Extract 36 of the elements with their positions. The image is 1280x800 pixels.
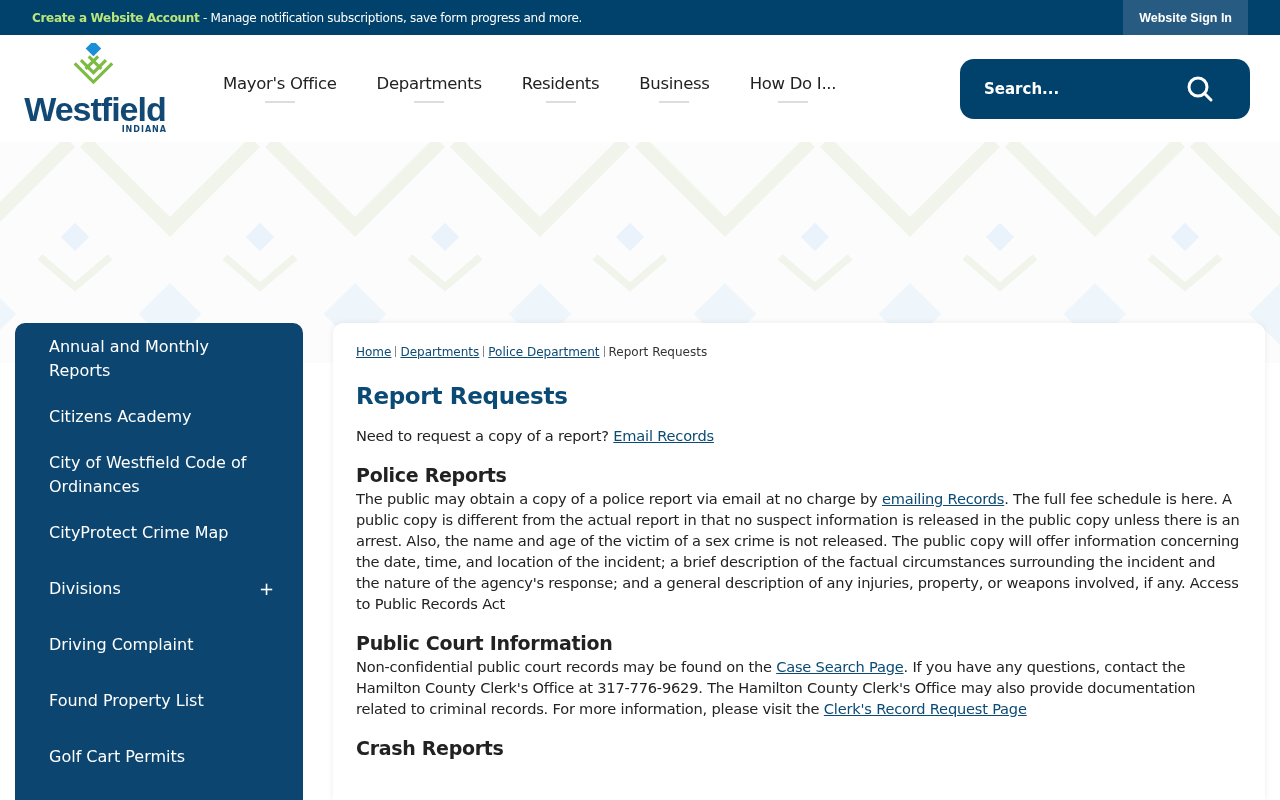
nav-link[interactable]: Departments bbox=[376, 74, 482, 103]
account-message: - Manage notification subscriptions, save form progress and more. bbox=[202, 10, 583, 25]
paragraph: Need to request a copy of a report? Email Records bbox=[356, 426, 715, 446]
logo-state: INDIANA bbox=[121, 125, 167, 134]
paragraph: Non-confidential public court records may be found on the Case Search Page. If you have any questions, contact the Hamilton County Clerk's Office at 317-776-9629. The Hamilton County Clerk's Office may also provide documentation related to criminal records. For more information, please visit the Clerk's Record Request Page bbox=[356, 657, 1197, 719]
section-heading: Crash Reports bbox=[356, 737, 505, 759]
nav-link[interactable]: Mayor's Office bbox=[223, 74, 337, 103]
sidebar-item[interactable]: Annual and Monthly Reports bbox=[15, 333, 303, 385]
nav-link[interactable]: Residents bbox=[521, 74, 600, 103]
expand-toggle[interactable]: + bbox=[259, 577, 275, 601]
page-title: Report Requests bbox=[356, 383, 569, 409]
nav-link[interactable]: How Do I... bbox=[749, 74, 837, 103]
sidebar-item[interactable]: CityProtect Crime Map bbox=[15, 509, 303, 557]
breadcrumb-link[interactable]: Police Department bbox=[488, 345, 600, 359]
nav-link[interactable]: Business bbox=[639, 74, 710, 103]
sidebar-item[interactable]: Found Property List bbox=[15, 677, 303, 725]
text-link[interactable]: Clerk's Record Request Page bbox=[823, 700, 1027, 717]
search-icon[interactable] bbox=[1186, 74, 1214, 103]
sidebar-item[interactable]: Citizens Academy bbox=[15, 393, 303, 441]
text-link[interactable]: Email Records bbox=[613, 427, 714, 444]
sidebar-item[interactable]: Golf Cart Permits bbox=[15, 733, 303, 781]
text-link[interactable]: emailing Records bbox=[881, 490, 1005, 507]
paragraph: The public may obtain a copy of a police report via email at no charge by emailing Records. The full fee schedule is here. A public copy is different from the actual report in that no suspect information is released in the public copy unless there is an arrest. Also, the name and age of the victim of a sex crime is not released. The public copy will offer information concerning the date, time, and location of the incident; a brief description of the factual circumstances surrounding the incident and the nature of the agency's response; and a general description of any injuries, property, or weapons involved, if any. Access to Public Records Act bbox=[356, 489, 1241, 614]
text-link[interactable]: Case Search Page bbox=[776, 658, 904, 675]
sign-in-button[interactable]: Website Sign In bbox=[1123, 0, 1248, 35]
create-account-link[interactable]: Create a Website Account bbox=[32, 10, 200, 25]
breadcrumb-link[interactable]: Departments bbox=[400, 345, 480, 359]
section-heading: Public Court Information bbox=[356, 632, 614, 654]
sidebar-item[interactable]: City of Westfield Code of Ordinances bbox=[15, 449, 303, 501]
breadcrumb-current: Report Requests bbox=[608, 345, 708, 359]
sidebar-item[interactable]: Divisions + bbox=[15, 565, 303, 613]
breadcrumb-link[interactable]: Home bbox=[356, 345, 392, 359]
section-heading: Police Reports bbox=[356, 464, 508, 486]
sidebar-item[interactable]: Driving Complaint bbox=[15, 621, 303, 669]
logo-wordmark: Westfield bbox=[24, 93, 166, 125]
search-field[interactable]: Search... bbox=[960, 58, 1250, 119]
